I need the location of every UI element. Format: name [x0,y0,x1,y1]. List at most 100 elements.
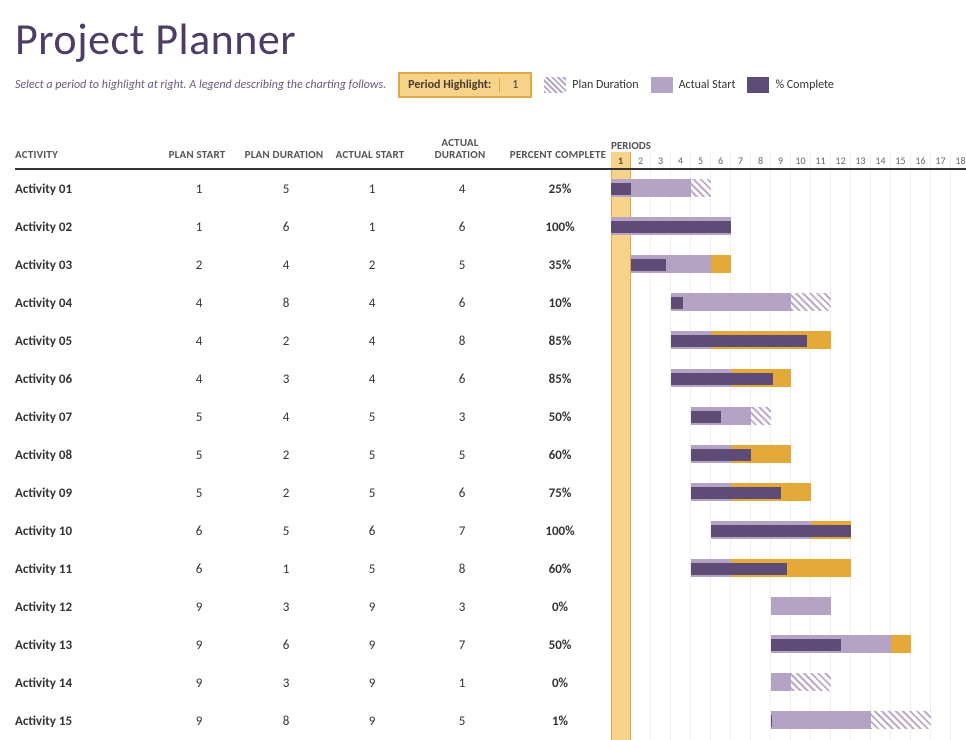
actual-dur-cell[interactable]: 5 [415,714,509,729]
plan-dur-cell[interactable]: 1 [243,562,329,577]
plan-dur-cell[interactable]: 4 [243,410,329,425]
plan-dur-cell[interactable]: 3 [243,676,329,691]
actual-dur-cell[interactable]: 3 [415,600,509,615]
actual-dur-cell[interactable]: 6 [415,296,509,311]
table-row[interactable]: Activity 1293930% [15,588,611,626]
plan-dur-cell[interactable]: 3 [243,372,329,387]
percent-cell[interactable]: 0% [509,600,611,615]
percent-cell[interactable]: 100% [509,524,611,539]
actual-start-cell[interactable]: 6 [329,524,415,539]
actual-start-cell[interactable]: 9 [329,600,415,615]
table-row[interactable]: Activity 08525560% [15,436,611,474]
bar-complete [711,525,851,537]
actual-dur-cell[interactable]: 6 [415,372,509,387]
actual-dur-cell[interactable]: 7 [415,638,509,653]
percent-cell[interactable]: 35% [509,258,611,273]
period-highlight-value[interactable]: 1 [500,78,530,92]
actual-start-cell[interactable]: 5 [329,486,415,501]
percent-cell[interactable]: 60% [509,562,611,577]
plan-dur-cell[interactable]: 4 [243,258,329,273]
plan-start-cell[interactable]: 9 [155,638,243,653]
table-row[interactable]: Activity 03242535% [15,246,611,284]
plan-dur-cell[interactable]: 5 [243,524,329,539]
plan-dur-cell[interactable]: 3 [243,600,329,615]
plan-dur-cell[interactable]: 2 [243,448,329,463]
actual-dur-cell[interactable]: 8 [415,334,509,349]
plan-dur-cell[interactable]: 8 [243,296,329,311]
actual-dur-cell[interactable]: 7 [415,524,509,539]
plan-start-cell[interactable]: 9 [155,600,243,615]
table-row[interactable]: Activity 13969750% [15,626,611,664]
plan-start-cell[interactable]: 5 [155,448,243,463]
table-row[interactable]: Activity 021616100% [15,208,611,246]
plan-dur-cell[interactable]: 2 [243,486,329,501]
plan-start-cell[interactable]: 2 [155,258,243,273]
actual-dur-cell[interactable]: 6 [415,486,509,501]
table-row[interactable]: Activity 01151425% [15,170,611,208]
actual-start-cell[interactable]: 5 [329,448,415,463]
table-row[interactable]: Activity 07545350% [15,398,611,436]
percent-cell[interactable]: 1% [509,714,611,729]
actual-start-cell[interactable]: 9 [329,638,415,653]
percent-cell[interactable]: 60% [509,448,611,463]
actual-dur-cell[interactable]: 1 [415,676,509,691]
plan-start-cell[interactable]: 5 [155,410,243,425]
percent-cell[interactable]: 10% [509,296,611,311]
plan-start-cell[interactable]: 9 [155,714,243,729]
plan-dur-cell[interactable]: 8 [243,714,329,729]
period-highlight-control[interactable]: Period Highlight: 1 [398,72,532,98]
col-percent-complete: PERCENT COMPLETE [509,149,611,168]
table-row[interactable]: Activity 06434685% [15,360,611,398]
percent-cell[interactable]: 75% [509,486,611,501]
col-actual-start: ACTUAL START [329,149,415,168]
actual-start-cell[interactable]: 1 [329,182,415,197]
actual-dur-cell[interactable]: 8 [415,562,509,577]
table-row[interactable]: Activity 1598951% [15,702,611,740]
actual-start-cell[interactable]: 5 [329,410,415,425]
percent-cell[interactable]: 85% [509,372,611,387]
percent-cell[interactable]: 25% [509,182,611,197]
actual-start-cell[interactable]: 5 [329,562,415,577]
percent-cell[interactable]: 0% [509,676,611,691]
table-row[interactable]: Activity 106567100% [15,512,611,550]
actual-dur-cell[interactable]: 3 [415,410,509,425]
table-row[interactable]: Activity 11615860% [15,550,611,588]
plan-start-cell[interactable]: 6 [155,562,243,577]
bar-complete [671,373,773,385]
gantt-row [611,550,966,588]
plan-start-cell[interactable]: 4 [155,296,243,311]
plan-start-cell[interactable]: 4 [155,334,243,349]
actual-start-cell[interactable]: 4 [329,296,415,311]
plan-start-cell[interactable]: 5 [155,486,243,501]
plan-dur-cell[interactable]: 2 [243,334,329,349]
plan-start-cell[interactable]: 9 [155,676,243,691]
actual-start-cell[interactable]: 2 [329,258,415,273]
plan-start-cell[interactable]: 6 [155,524,243,539]
actual-start-cell[interactable]: 9 [329,676,415,691]
actual-dur-cell[interactable]: 5 [415,448,509,463]
plan-dur-cell[interactable]: 6 [243,220,329,235]
actual-start-cell[interactable]: 4 [329,334,415,349]
plan-start-cell[interactable]: 4 [155,372,243,387]
table-row[interactable]: Activity 05424885% [15,322,611,360]
actual-start-cell[interactable]: 9 [329,714,415,729]
table-row[interactable]: Activity 1493910% [15,664,611,702]
plan-dur-cell[interactable]: 5 [243,182,329,197]
bar-complete [691,411,721,423]
percent-cell[interactable]: 100% [509,220,611,235]
percent-cell[interactable]: 50% [509,410,611,425]
plan-start-cell[interactable]: 1 [155,220,243,235]
period-col-18: 18 [951,152,966,168]
table-row[interactable]: Activity 04484610% [15,284,611,322]
plan-start-cell[interactable]: 1 [155,182,243,197]
actual-start-cell[interactable]: 1 [329,220,415,235]
plan-dur-cell[interactable]: 6 [243,638,329,653]
table-row[interactable]: Activity 09525675% [15,474,611,512]
percent-cell[interactable]: 85% [509,334,611,349]
actual-dur-cell[interactable]: 4 [415,182,509,197]
actual-start-cell[interactable]: 4 [329,372,415,387]
percent-cell[interactable]: 50% [509,638,611,653]
actual-dur-cell[interactable]: 5 [415,258,509,273]
actual-dur-cell[interactable]: 6 [415,220,509,235]
legend-complete: % Complete [747,77,833,93]
